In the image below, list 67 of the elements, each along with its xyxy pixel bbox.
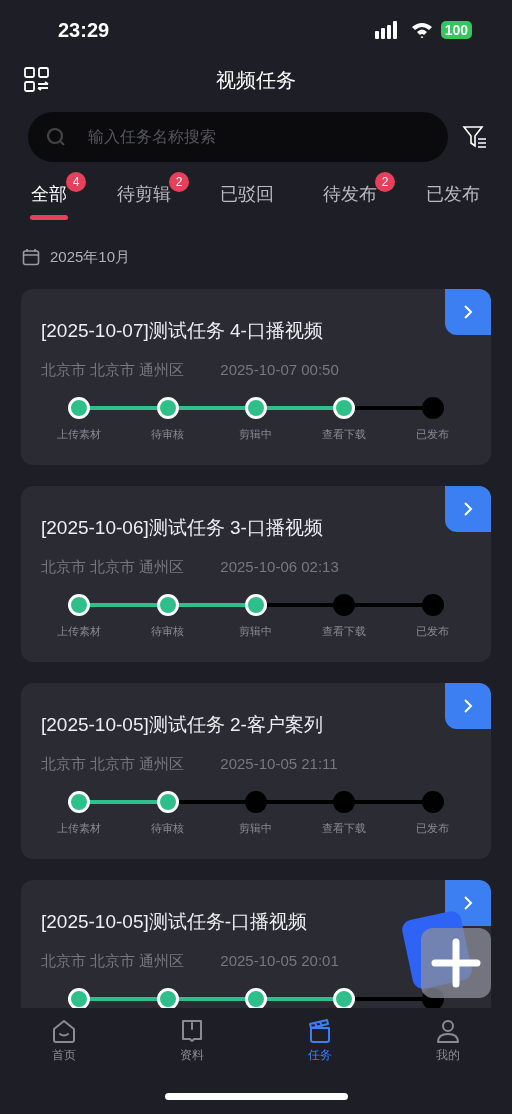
task-time: 2025-10-05 20:01 xyxy=(220,951,339,971)
task-title: [2025-10-07]测试任务 4-口播视频 xyxy=(41,318,324,343)
task-time: 2025-10-06 02:13 xyxy=(220,557,339,577)
add-button[interactable] xyxy=(402,910,492,1000)
nav-tab[interactable]: 任务 xyxy=(256,1018,384,1064)
task-title: [2025-10-06]测试任务 3-口播视频 xyxy=(41,515,324,540)
battery-indicator: 100 xyxy=(440,21,472,39)
clapperboard-icon xyxy=(307,1018,333,1044)
filter-tab[interactable]: 待剪辑 xyxy=(117,176,171,212)
filter-tab[interactable]: 全部 xyxy=(31,176,67,212)
step-label: 上传素材 xyxy=(57,623,102,639)
status-time: 23:29 xyxy=(58,18,110,43)
step-label: 已发布 xyxy=(416,426,450,442)
chevron-right-icon xyxy=(463,303,473,320)
step-label: 上传素材 xyxy=(57,820,102,836)
step-label: 已发布 xyxy=(416,623,450,639)
open-button[interactable] xyxy=(445,288,491,335)
step-label: 已发布 xyxy=(416,820,450,836)
chevron-right-icon xyxy=(463,500,473,517)
task-time: 2025-10-07 00:50 xyxy=(220,360,339,380)
home-icon xyxy=(51,1018,77,1044)
task-location: 北京市 北京市 通州区 xyxy=(41,360,185,380)
calendar-icon xyxy=(22,248,40,267)
step-label: 待审核 xyxy=(151,820,185,836)
filter-icon[interactable] xyxy=(462,125,488,149)
task-title: [2025-10-05]测试任务-口播视频 xyxy=(41,909,309,934)
filter-tab[interactable]: 待发布 xyxy=(323,176,377,212)
count-badge: 2 xyxy=(169,172,189,192)
person-icon xyxy=(435,1018,461,1044)
step-label: 查看下载 xyxy=(322,820,367,836)
grid-switch-icon[interactable] xyxy=(24,67,50,93)
filter-tab[interactable]: 已发布 xyxy=(426,176,480,212)
step-label: 剪辑中 xyxy=(239,426,273,442)
task-card[interactable]: [2025-10-07]测试任务 4-口播视频 北京市 北京市 通州区 2025-10-07 00:50 上传素材 待审核 剪辑中 查看下载 已发布 xyxy=(21,288,491,465)
chevron-right-icon xyxy=(463,894,473,911)
task-card[interactable]: [2025-10-05]测试任务 2-客户案列 北京市 北京市 通州区 2025-10-05 21:11 上传素材 待审核 剪辑中 查看下载 已发布 xyxy=(21,682,491,859)
open-button[interactable] xyxy=(445,682,491,729)
search-field[interactable]: 输入任务名称搜索 xyxy=(28,112,448,162)
chevron-right-icon xyxy=(463,697,473,714)
step-label: 待审核 xyxy=(151,426,185,442)
count-badge: 4 xyxy=(66,172,86,192)
task-card[interactable]: [2025-10-06]测试任务 3-口播视频 北京市 北京市 通州区 2025-10-06 02:13 上传素材 待审核 剪辑中 查看下载 已发布 xyxy=(21,485,491,662)
nav-tab[interactable]: 我的 xyxy=(384,1018,512,1064)
task-location: 北京市 北京市 通州区 xyxy=(41,951,185,971)
step-label: 查看下载 xyxy=(322,623,367,639)
month-label: 2025年10月 xyxy=(50,247,131,267)
task-location: 北京市 北京市 通州区 xyxy=(41,557,185,577)
open-button[interactable] xyxy=(445,879,491,926)
task-title: [2025-10-05]测试任务 2-客户案列 xyxy=(41,712,324,737)
task-time: 2025-10-05 21:11 xyxy=(220,754,338,774)
plus-icon xyxy=(402,910,492,1000)
count-badge: 2 xyxy=(375,172,395,192)
step-label: 剪辑中 xyxy=(239,820,273,836)
filter-tab[interactable]: 已驳回 xyxy=(220,176,274,212)
task-location: 北京市 北京市 通州区 xyxy=(41,754,185,774)
search-icon xyxy=(46,127,66,147)
step-label: 剪辑中 xyxy=(239,623,273,639)
step-label: 上传素材 xyxy=(57,426,102,442)
wifi-icon xyxy=(410,22,433,38)
nav-tab[interactable]: 首页 xyxy=(0,1018,128,1064)
page-title: 视频任务 xyxy=(216,68,296,93)
book-icon xyxy=(179,1018,205,1044)
step-label: 查看下载 xyxy=(322,426,367,442)
open-button[interactable] xyxy=(445,485,491,532)
nav-tab[interactable]: 资料 xyxy=(128,1018,256,1064)
task-card[interactable]: [2025-10-05]测试任务-口播视频 北京市 北京市 通州区 2025-10-05 20:01 xyxy=(21,879,491,1008)
step-label: 待审核 xyxy=(151,623,185,639)
